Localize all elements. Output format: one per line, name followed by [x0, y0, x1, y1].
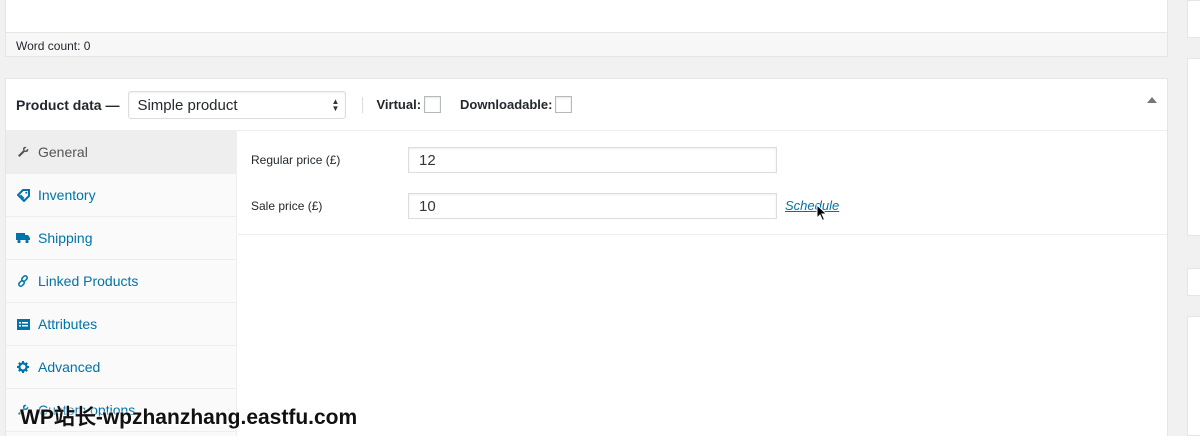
mouse-cursor-icon: [816, 203, 828, 227]
panel-title: Product data —: [16, 96, 120, 113]
downloadable-checkbox[interactable]: [555, 96, 573, 113]
watermark: WP站长-wpzhanzhang.eastfu.com: [20, 406, 358, 429]
general-fields: Regular price (£) 12 Sale price (£) 10 S…: [238, 131, 1167, 235]
downloadable-label: Downloadable:: [460, 97, 553, 112]
tab-label: Shipping: [38, 230, 93, 246]
tag-icon: [16, 188, 30, 202]
sidebar-panel-edge: [1187, 316, 1200, 436]
product-type-select[interactable]: Simple product ▲ ▼: [128, 90, 347, 119]
tab-shipping[interactable]: Shipping: [6, 217, 236, 260]
tab-linked-products[interactable]: Linked Products: [6, 260, 236, 303]
tab-attributes[interactable]: Attributes: [6, 303, 236, 346]
sale-price-input[interactable]: 10: [408, 193, 777, 219]
sidebar-panel-edge: [1187, 268, 1200, 296]
product-type-value: Simple product: [137, 96, 238, 114]
tab-label: Advanced: [38, 359, 101, 375]
schedule-link[interactable]: Schedule: [785, 198, 839, 213]
word-count: Word count: 0: [6, 32, 1167, 56]
regular-price-input[interactable]: 12: [408, 147, 777, 173]
editor-content-area[interactable]: [6, 0, 1167, 32]
tab-advanced[interactable]: Advanced: [6, 346, 236, 389]
tab-label: General: [38, 144, 88, 160]
tab-label: Linked Products: [38, 273, 139, 289]
product-data-panel: Product data — Simple product ▲ ▼ Virtual…: [5, 78, 1168, 436]
tab-inventory[interactable]: Inventory: [6, 174, 236, 217]
virtual-label: Virtual:: [376, 97, 422, 112]
list-icon: [16, 317, 30, 331]
truck-icon: [16, 231, 30, 245]
regular-price-label: Regular price (£): [251, 153, 341, 167]
separator: [362, 96, 364, 113]
wrench-icon: [16, 145, 30, 159]
tab-general[interactable]: General: [6, 131, 236, 174]
collapse-toggle-icon[interactable]: [1147, 97, 1157, 103]
tab-label: Inventory: [38, 187, 96, 203]
product-data-tabs: General Inventory Shipping Linked Produc…: [6, 131, 237, 436]
tab-label: Attributes: [38, 316, 98, 332]
select-arrows-icon: ▲ ▼: [331, 96, 340, 113]
gear-icon: [16, 360, 30, 374]
sidebar-panel-edge: [1187, 58, 1200, 236]
link-icon: [16, 274, 30, 288]
sidebar-panel-edge: [1187, 0, 1200, 38]
virtual-checkbox[interactable]: [424, 96, 442, 113]
post-editor: Word count: 0: [5, 0, 1168, 57]
sale-price-label: Sale price (£): [251, 199, 323, 213]
product-data-header: Product data — Simple product ▲ ▼ Virtual…: [6, 79, 1167, 131]
